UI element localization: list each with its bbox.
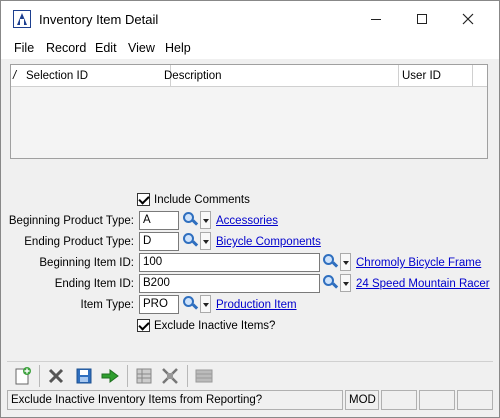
- title-bar: Inventory Item Detail: [1, 1, 499, 37]
- menu-record[interactable]: Record: [46, 41, 86, 55]
- item-type-input[interactable]: PRO: [139, 295, 179, 314]
- column-header-user-id[interactable]: User ID: [399, 65, 473, 87]
- include-comments-label: Include Comments: [154, 194, 250, 206]
- ending-product-type-link[interactable]: Bicycle Components: [216, 236, 321, 248]
- item-type-search-icon[interactable]: [181, 295, 199, 313]
- ending-item-id-search-icon[interactable]: [321, 274, 339, 292]
- new-record-button[interactable]: [11, 365, 33, 387]
- save-icon: [76, 368, 92, 384]
- delete-button[interactable]: [45, 365, 67, 387]
- beginning-item-id-label: Beginning Item ID:: [39, 257, 134, 269]
- ending-product-type-search-icon[interactable]: [181, 232, 199, 250]
- new-icon: [15, 367, 31, 385]
- status-panel-3: [457, 390, 493, 410]
- close-icon: [462, 13, 474, 25]
- menu-help[interactable]: Help: [165, 41, 191, 55]
- beginning-item-id-search-icon[interactable]: [321, 253, 339, 271]
- item-type-dropdown-icon[interactable]: [200, 295, 211, 313]
- ending-item-id-label: Ending Item ID:: [54, 278, 134, 290]
- sort-indicator[interactable]: /: [11, 65, 23, 87]
- beginning-item-id-dropdown-icon[interactable]: [340, 253, 351, 271]
- status-bar: Exclude Inactive Inventory Items from Re…: [7, 390, 493, 410]
- ending-product-type-dropdown-icon[interactable]: [200, 232, 211, 250]
- menu-bar: File Record Edit View Help: [1, 37, 499, 59]
- menu-file[interactable]: File: [14, 41, 34, 55]
- ending-product-type-input[interactable]: D: [139, 232, 179, 251]
- go-button[interactable]: [99, 365, 121, 387]
- beginning-item-id-link[interactable]: Chromoly Bicycle Frame: [356, 257, 481, 269]
- beginning-product-type-search-icon[interactable]: [181, 211, 199, 229]
- beginning-product-type-label: Beginning Product Type:: [8, 215, 134, 227]
- menu-view[interactable]: View: [128, 41, 155, 55]
- column-header-selection-id[interactable]: Selection ID: [23, 65, 171, 87]
- column-header-extra[interactable]: [473, 65, 487, 87]
- close-button[interactable]: [445, 1, 491, 37]
- toolbar-separator: [39, 365, 40, 387]
- fit-button[interactable]: [159, 365, 181, 387]
- beginning-product-type-link[interactable]: Accessories: [216, 215, 278, 227]
- selection-grid[interactable]: / Selection ID Description User ID: [10, 64, 488, 159]
- exclude-inactive-label: Exclude Inactive Items?: [154, 320, 276, 332]
- delete-icon: [48, 368, 64, 384]
- go-icon: [101, 369, 119, 383]
- beginning-product-type-input[interactable]: A: [139, 211, 179, 230]
- status-panel-1: [381, 390, 417, 410]
- ending-item-id-dropdown-icon[interactable]: [340, 274, 351, 292]
- ending-item-id-input[interactable]: B200: [139, 274, 320, 293]
- save-button[interactable]: [73, 365, 95, 387]
- list-button[interactable]: [193, 365, 215, 387]
- ending-product-type-label: Ending Product Type:: [24, 236, 134, 248]
- include-comments-checkbox[interactable]: [137, 193, 150, 206]
- status-message: Exclude Inactive Inventory Items from Re…: [7, 390, 343, 410]
- minimize-button[interactable]: [353, 1, 399, 37]
- fit-icon: [162, 368, 178, 384]
- beginning-product-type-dropdown-icon[interactable]: [200, 211, 211, 229]
- maximize-button[interactable]: [399, 1, 445, 37]
- maximize-icon: [417, 14, 427, 24]
- window-title: Inventory Item Detail: [39, 12, 159, 27]
- toolbar-separator: [187, 365, 188, 387]
- exclude-inactive-checkbox[interactable]: [137, 319, 150, 332]
- status-panel-2: [419, 390, 455, 410]
- app-logo-icon: [13, 10, 31, 28]
- item-type-label: Item Type:: [80, 299, 134, 311]
- minimize-icon: [371, 18, 381, 20]
- item-type-link[interactable]: Production Item: [216, 299, 297, 311]
- grid-header: / Selection ID Description User ID: [11, 65, 487, 87]
- grid-icon: [136, 368, 152, 384]
- beginning-item-id-input[interactable]: 100: [139, 253, 320, 272]
- column-header-description[interactable]: Description: [161, 65, 399, 87]
- status-mode: MOD: [345, 390, 379, 410]
- menu-edit[interactable]: Edit: [95, 41, 117, 55]
- toolbar-separator: [127, 365, 128, 387]
- grid-button[interactable]: [133, 365, 155, 387]
- toolbar: [7, 361, 493, 387]
- inventory-item-detail-window: Inventory Item Detail File Record Edit V…: [0, 0, 500, 418]
- list-icon: [195, 369, 213, 383]
- ending-item-id-link[interactable]: 24 Speed Mountain Racer: [356, 278, 490, 290]
